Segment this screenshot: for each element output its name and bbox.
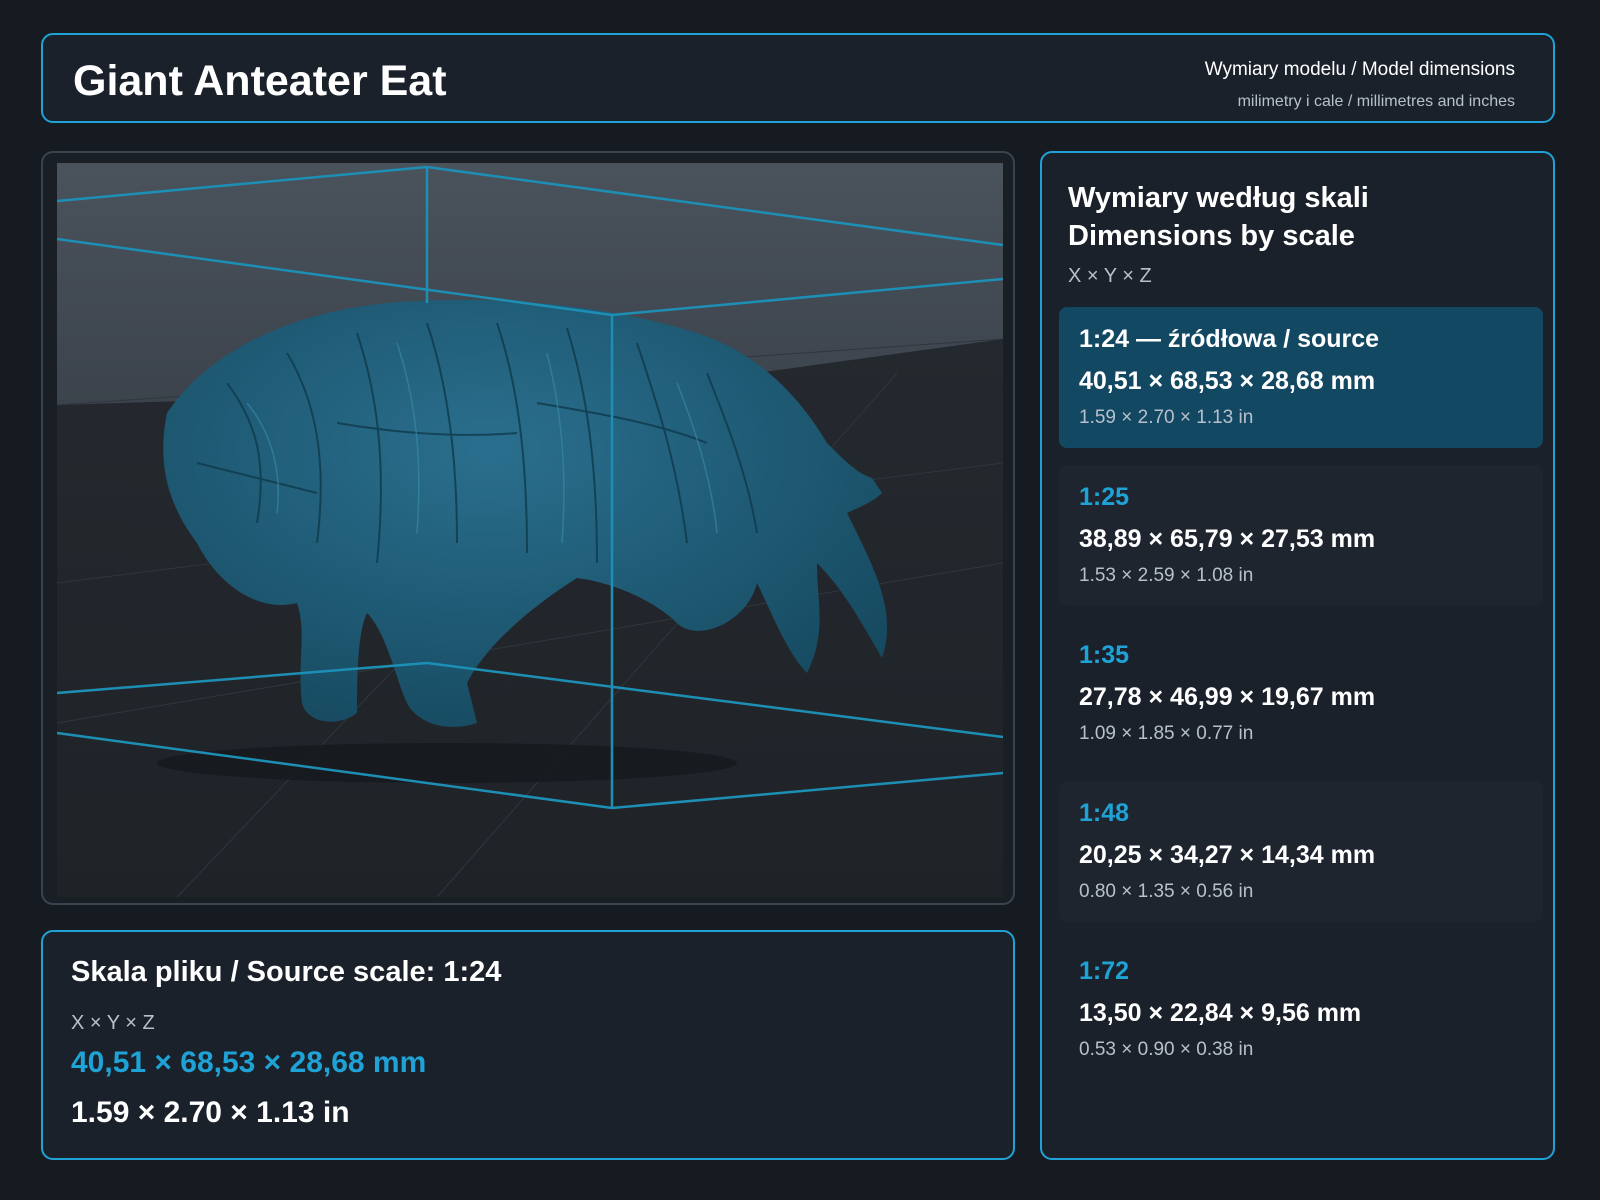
scale-dimensions-mm: 40,51 × 68,53 × 28,68 mm <box>1079 367 1376 395</box>
scale-dimensions-inches: 1.59 × 2.70 × 1.13 in <box>1079 407 1254 428</box>
scales-axes-label: X × Y × Z <box>1068 265 1152 287</box>
scales-heading-en: Dimensions by scale <box>1068 220 1355 252</box>
scale-card-1-72[interactable]: 1:72 13,50 × 22,84 × 9,56 mm 0.53 × 0.90… <box>1059 939 1543 1080</box>
source-dimensions-mm: 40,51 × 68,53 × 28,68 mm <box>71 1046 427 1079</box>
header-panel: Giant Anteater Eat Wymiary modelu / Mode… <box>41 33 1555 123</box>
page-title: Giant Anteater Eat <box>73 57 447 105</box>
source-dimensions-inches: 1.59 × 2.70 × 1.13 in <box>71 1096 350 1129</box>
header-units-note: milimetry i cale / millimetres and inche… <box>1237 93 1515 110</box>
anteater-model-render <box>57 163 1003 897</box>
model-viewer[interactable] <box>41 151 1015 905</box>
header-subtitle: Wymiary modelu / Model dimensions <box>1204 59 1515 80</box>
scale-dimensions-mm: 13,50 × 22,84 × 9,56 mm <box>1079 999 1362 1027</box>
source-scale-panel: Skala pliku / Source scale: 1:24 X × Y ×… <box>41 930 1015 1160</box>
scale-card-1-24[interactable]: 1:24 — źródłowa / source 40,51 × 68,53 ×… <box>1059 307 1543 448</box>
scale-dimensions-mm: 20,25 × 34,27 × 14,34 mm <box>1079 841 1376 869</box>
scales-heading: Wymiary według skali Dimensions by scale <box>1068 179 1369 255</box>
scale-dimensions-inches: 0.53 × 0.90 × 0.38 in <box>1079 1039 1254 1060</box>
scale-label: 1:25 <box>1079 483 1130 511</box>
source-axes-label: X × Y × Z <box>71 1012 155 1034</box>
scale-label: 1:72 <box>1079 957 1130 985</box>
scales-heading-pl: Wymiary według skali <box>1068 182 1369 214</box>
scale-card-1-48[interactable]: 1:48 20,25 × 34,27 × 14,34 mm 0.80 × 1.3… <box>1059 781 1543 922</box>
scale-label: 1:24 — źródłowa / source <box>1079 325 1380 353</box>
scale-dimensions-inches: 1.09 × 1.85 × 0.77 in <box>1079 723 1254 744</box>
scale-dimensions-mm: 27,78 × 46,99 × 19,67 mm <box>1079 683 1376 711</box>
source-scale-heading: Skala pliku / Source scale: 1:24 <box>71 956 502 988</box>
scale-label: 1:35 <box>1079 641 1130 669</box>
scales-panel: Wymiary według skali Dimensions by scale… <box>1040 151 1555 1160</box>
scale-dimensions-inches: 0.80 × 1.35 × 0.56 in <box>1079 881 1254 902</box>
scale-label: 1:48 <box>1079 799 1130 827</box>
scale-dimensions-mm: 38,89 × 65,79 × 27,53 mm <box>1079 525 1376 553</box>
scale-card-1-25[interactable]: 1:25 38,89 × 65,79 × 27,53 mm 1.53 × 2.5… <box>1059 465 1543 606</box>
scale-dimensions-inches: 1.53 × 2.59 × 1.08 in <box>1079 565 1254 586</box>
scale-card-1-35[interactable]: 1:35 27,78 × 46,99 × 19,67 mm 1.09 × 1.8… <box>1059 623 1543 764</box>
